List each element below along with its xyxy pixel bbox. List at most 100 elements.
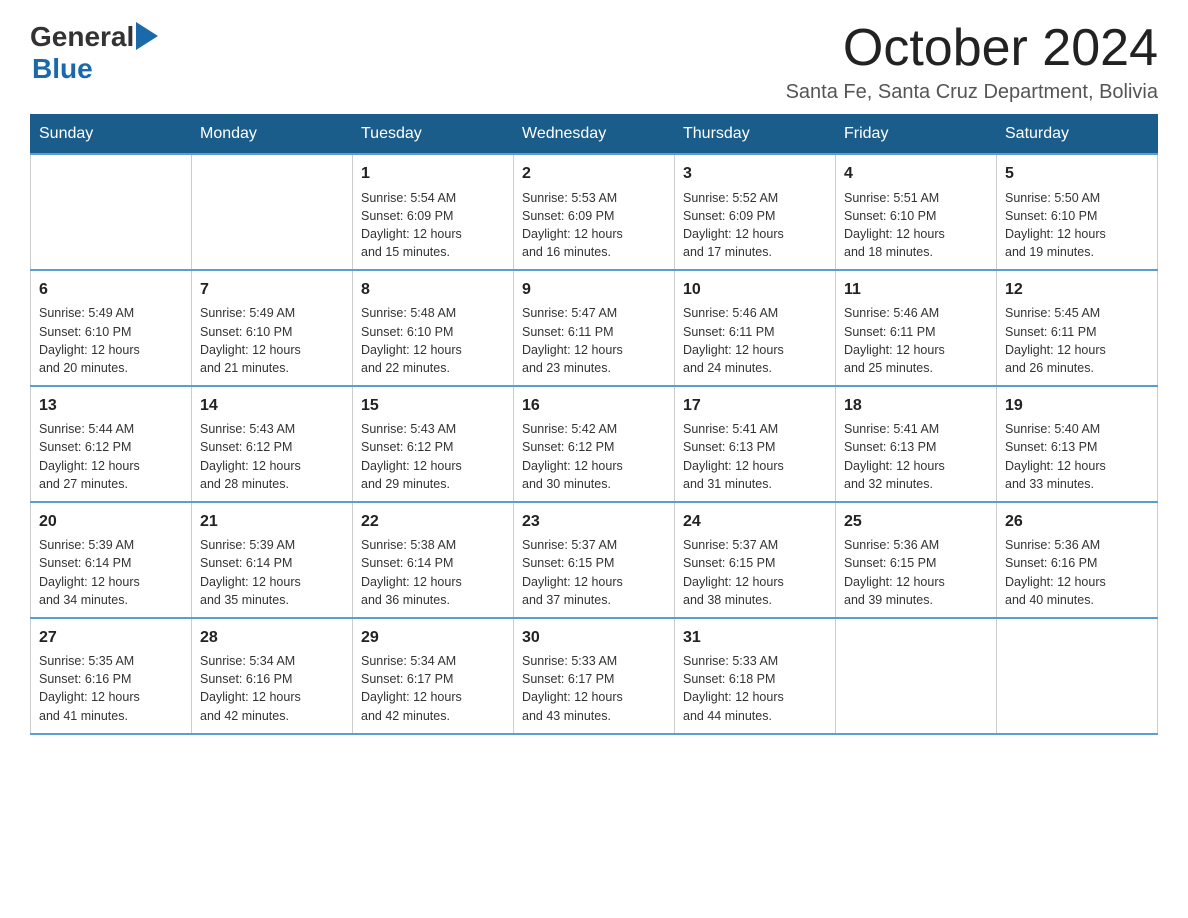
logo: General Blue: [30, 20, 160, 85]
day-number: 10: [683, 279, 827, 301]
day-number: 9: [522, 279, 666, 301]
day-info: Sunrise: 5:46 AM Sunset: 6:11 PM Dayligh…: [683, 304, 827, 377]
calendar-cell: 27 Sunrise: 5:35 AM Sunset: 6:16 PM Dayli…: [31, 618, 192, 734]
day-number: 30: [522, 627, 666, 649]
day-info: Sunrise: 5:39 AM Sunset: 6:14 PM Dayligh…: [200, 536, 344, 609]
calendar-cell: 22Sunrise: 5:38 AM Sunset: 6:14 PM Dayli…: [353, 502, 514, 618]
day-number: 29: [361, 627, 505, 649]
calendar-cell: 29 Sunrise: 5:34 AM Sunset: 6:17 PM Dayli…: [353, 618, 514, 734]
location-subtitle: Santa Fe, Santa Cruz Department, Bolivia: [786, 81, 1158, 104]
day-number: 21: [200, 511, 344, 533]
calendar-cell: [192, 154, 353, 270]
calendar-cell: 20 Sunrise: 5:39 AM Sunset: 6:14 PM Dayli…: [31, 502, 192, 618]
day-number: 8: [361, 279, 505, 301]
day-info: Sunrise: 5:54 AM Sunset: 6:09 PM Dayligh…: [361, 189, 505, 262]
day-info: Sunrise: 5:49 AM Sunset: 6:10 PM Dayligh…: [39, 304, 183, 377]
calendar-cell: 15 Sunrise: 5:43 AM Sunset: 6:12 PM Dayli…: [353, 386, 514, 502]
day-info: Sunrise: 5:50 AM Sunset: 6:10 PM Dayligh…: [1005, 189, 1149, 262]
day-number: 20: [39, 511, 183, 533]
day-info: Sunrise: 5:39 AM Sunset: 6:14 PM Dayligh…: [39, 536, 183, 609]
day-info: Sunrise: 5:40 AM Sunset: 6:13 PM Dayligh…: [1005, 420, 1149, 493]
weekday-header-wednesday: Wednesday: [514, 115, 675, 155]
day-info: Sunrise: 5:36 AM Sunset: 6:16 PM Dayligh…: [1005, 536, 1149, 609]
calendar-cell: 11 Sunrise: 5:46 AM Sunset: 6:11 PM Dayli…: [836, 270, 997, 386]
calendar-cell: 21 Sunrise: 5:39 AM Sunset: 6:14 PM Dayli…: [192, 502, 353, 618]
day-number: 7: [200, 279, 344, 301]
day-number: 31: [683, 627, 827, 649]
calendar-cell: 18 Sunrise: 5:41 AM Sunset: 6:13 PM Dayli…: [836, 386, 997, 502]
day-info: Sunrise: 5:45 AM Sunset: 6:11 PM Dayligh…: [1005, 304, 1149, 377]
day-number: 17: [683, 395, 827, 417]
calendar-cell: 19 Sunrise: 5:40 AM Sunset: 6:13 PM Dayli…: [997, 386, 1158, 502]
week-row-5: 27 Sunrise: 5:35 AM Sunset: 6:16 PM Dayli…: [31, 618, 1158, 734]
day-number: 25: [844, 511, 988, 533]
day-info: Sunrise: 5:42 AM Sunset: 6:12 PM Dayligh…: [522, 420, 666, 493]
week-row-4: 20 Sunrise: 5:39 AM Sunset: 6:14 PM Dayli…: [31, 502, 1158, 618]
week-row-2: 6 Sunrise: 5:49 AM Sunset: 6:10 PM Daylig…: [31, 270, 1158, 386]
day-number: 5: [1005, 163, 1149, 185]
calendar-cell: 25Sunrise: 5:36 AM Sunset: 6:15 PM Dayli…: [836, 502, 997, 618]
calendar-cell: 24 Sunrise: 5:37 AM Sunset: 6:15 PM Dayli…: [675, 502, 836, 618]
weekday-header-monday: Monday: [192, 115, 353, 155]
day-number: 13: [39, 395, 183, 417]
day-info: Sunrise: 5:49 AM Sunset: 6:10 PM Dayligh…: [200, 304, 344, 377]
day-info: Sunrise: 5:34 AM Sunset: 6:17 PM Dayligh…: [361, 652, 505, 725]
day-info: Sunrise: 5:48 AM Sunset: 6:10 PM Dayligh…: [361, 304, 505, 377]
title-area: October 2024 Santa Fe, Santa Cruz Depart…: [786, 20, 1158, 104]
day-number: 6: [39, 279, 183, 301]
calendar-cell: 28Sunrise: 5:34 AM Sunset: 6:16 PM Dayli…: [192, 618, 353, 734]
calendar-cell: 1Sunrise: 5:54 AM Sunset: 6:09 PM Daylig…: [353, 154, 514, 270]
day-info: Sunrise: 5:41 AM Sunset: 6:13 PM Dayligh…: [683, 420, 827, 493]
day-number: 18: [844, 395, 988, 417]
day-number: 2: [522, 163, 666, 185]
day-info: Sunrise: 5:41 AM Sunset: 6:13 PM Dayligh…: [844, 420, 988, 493]
day-info: Sunrise: 5:51 AM Sunset: 6:10 PM Dayligh…: [844, 189, 988, 262]
calendar-cell: 3 Sunrise: 5:52 AM Sunset: 6:09 PM Daylig…: [675, 154, 836, 270]
day-info: Sunrise: 5:34 AM Sunset: 6:16 PM Dayligh…: [200, 652, 344, 725]
day-info: Sunrise: 5:37 AM Sunset: 6:15 PM Dayligh…: [522, 536, 666, 609]
day-info: Sunrise: 5:37 AM Sunset: 6:15 PM Dayligh…: [683, 536, 827, 609]
header: General Blue October 2024 Santa Fe, Sant…: [30, 20, 1158, 104]
calendar-cell: 8 Sunrise: 5:48 AM Sunset: 6:10 PM Daylig…: [353, 270, 514, 386]
calendar-cell: 2 Sunrise: 5:53 AM Sunset: 6:09 PM Daylig…: [514, 154, 675, 270]
calendar-cell: 12 Sunrise: 5:45 AM Sunset: 6:11 PM Dayli…: [997, 270, 1158, 386]
day-info: Sunrise: 5:43 AM Sunset: 6:12 PM Dayligh…: [200, 420, 344, 493]
day-info: Sunrise: 5:35 AM Sunset: 6:16 PM Dayligh…: [39, 652, 183, 725]
weekday-header-row: SundayMondayTuesdayWednesdayThursdayFrid…: [31, 115, 1158, 155]
weekday-header-friday: Friday: [836, 115, 997, 155]
day-number: 3: [683, 163, 827, 185]
day-info: Sunrise: 5:38 AM Sunset: 6:14 PM Dayligh…: [361, 536, 505, 609]
calendar-cell: 7 Sunrise: 5:49 AM Sunset: 6:10 PM Daylig…: [192, 270, 353, 386]
weekday-header-saturday: Saturday: [997, 115, 1158, 155]
calendar-cell: 4Sunrise: 5:51 AM Sunset: 6:10 PM Daylig…: [836, 154, 997, 270]
calendar-cell: 5 Sunrise: 5:50 AM Sunset: 6:10 PM Daylig…: [997, 154, 1158, 270]
calendar-cell: 17 Sunrise: 5:41 AM Sunset: 6:13 PM Dayli…: [675, 386, 836, 502]
day-info: Sunrise: 5:46 AM Sunset: 6:11 PM Dayligh…: [844, 304, 988, 377]
day-number: 27: [39, 627, 183, 649]
day-number: 23: [522, 511, 666, 533]
calendar-cell: 30Sunrise: 5:33 AM Sunset: 6:17 PM Dayli…: [514, 618, 675, 734]
logo-blue-text: Blue: [32, 53, 93, 84]
day-number: 12: [1005, 279, 1149, 301]
day-number: 14: [200, 395, 344, 417]
week-row-1: 1Sunrise: 5:54 AM Sunset: 6:09 PM Daylig…: [31, 154, 1158, 270]
calendar-cell: 31 Sunrise: 5:33 AM Sunset: 6:18 PM Dayli…: [675, 618, 836, 734]
day-info: Sunrise: 5:44 AM Sunset: 6:12 PM Dayligh…: [39, 420, 183, 493]
day-number: 24: [683, 511, 827, 533]
day-number: 26: [1005, 511, 1149, 533]
day-number: 11: [844, 279, 988, 301]
calendar-cell: 13 Sunrise: 5:44 AM Sunset: 6:12 PM Dayli…: [31, 386, 192, 502]
day-info: Sunrise: 5:53 AM Sunset: 6:09 PM Dayligh…: [522, 189, 666, 262]
calendar-cell: 26 Sunrise: 5:36 AM Sunset: 6:16 PM Dayli…: [997, 502, 1158, 618]
calendar-cell: 6 Sunrise: 5:49 AM Sunset: 6:10 PM Daylig…: [31, 270, 192, 386]
calendar-cell: [31, 154, 192, 270]
day-info: Sunrise: 5:43 AM Sunset: 6:12 PM Dayligh…: [361, 420, 505, 493]
calendar-cell: 16 Sunrise: 5:42 AM Sunset: 6:12 PM Dayli…: [514, 386, 675, 502]
day-number: 16: [522, 395, 666, 417]
calendar-cell: [997, 618, 1158, 734]
day-info: Sunrise: 5:33 AM Sunset: 6:18 PM Dayligh…: [683, 652, 827, 725]
calendar-cell: 14 Sunrise: 5:43 AM Sunset: 6:12 PM Dayli…: [192, 386, 353, 502]
day-number: 19: [1005, 395, 1149, 417]
day-info: Sunrise: 5:52 AM Sunset: 6:09 PM Dayligh…: [683, 189, 827, 262]
day-number: 15: [361, 395, 505, 417]
